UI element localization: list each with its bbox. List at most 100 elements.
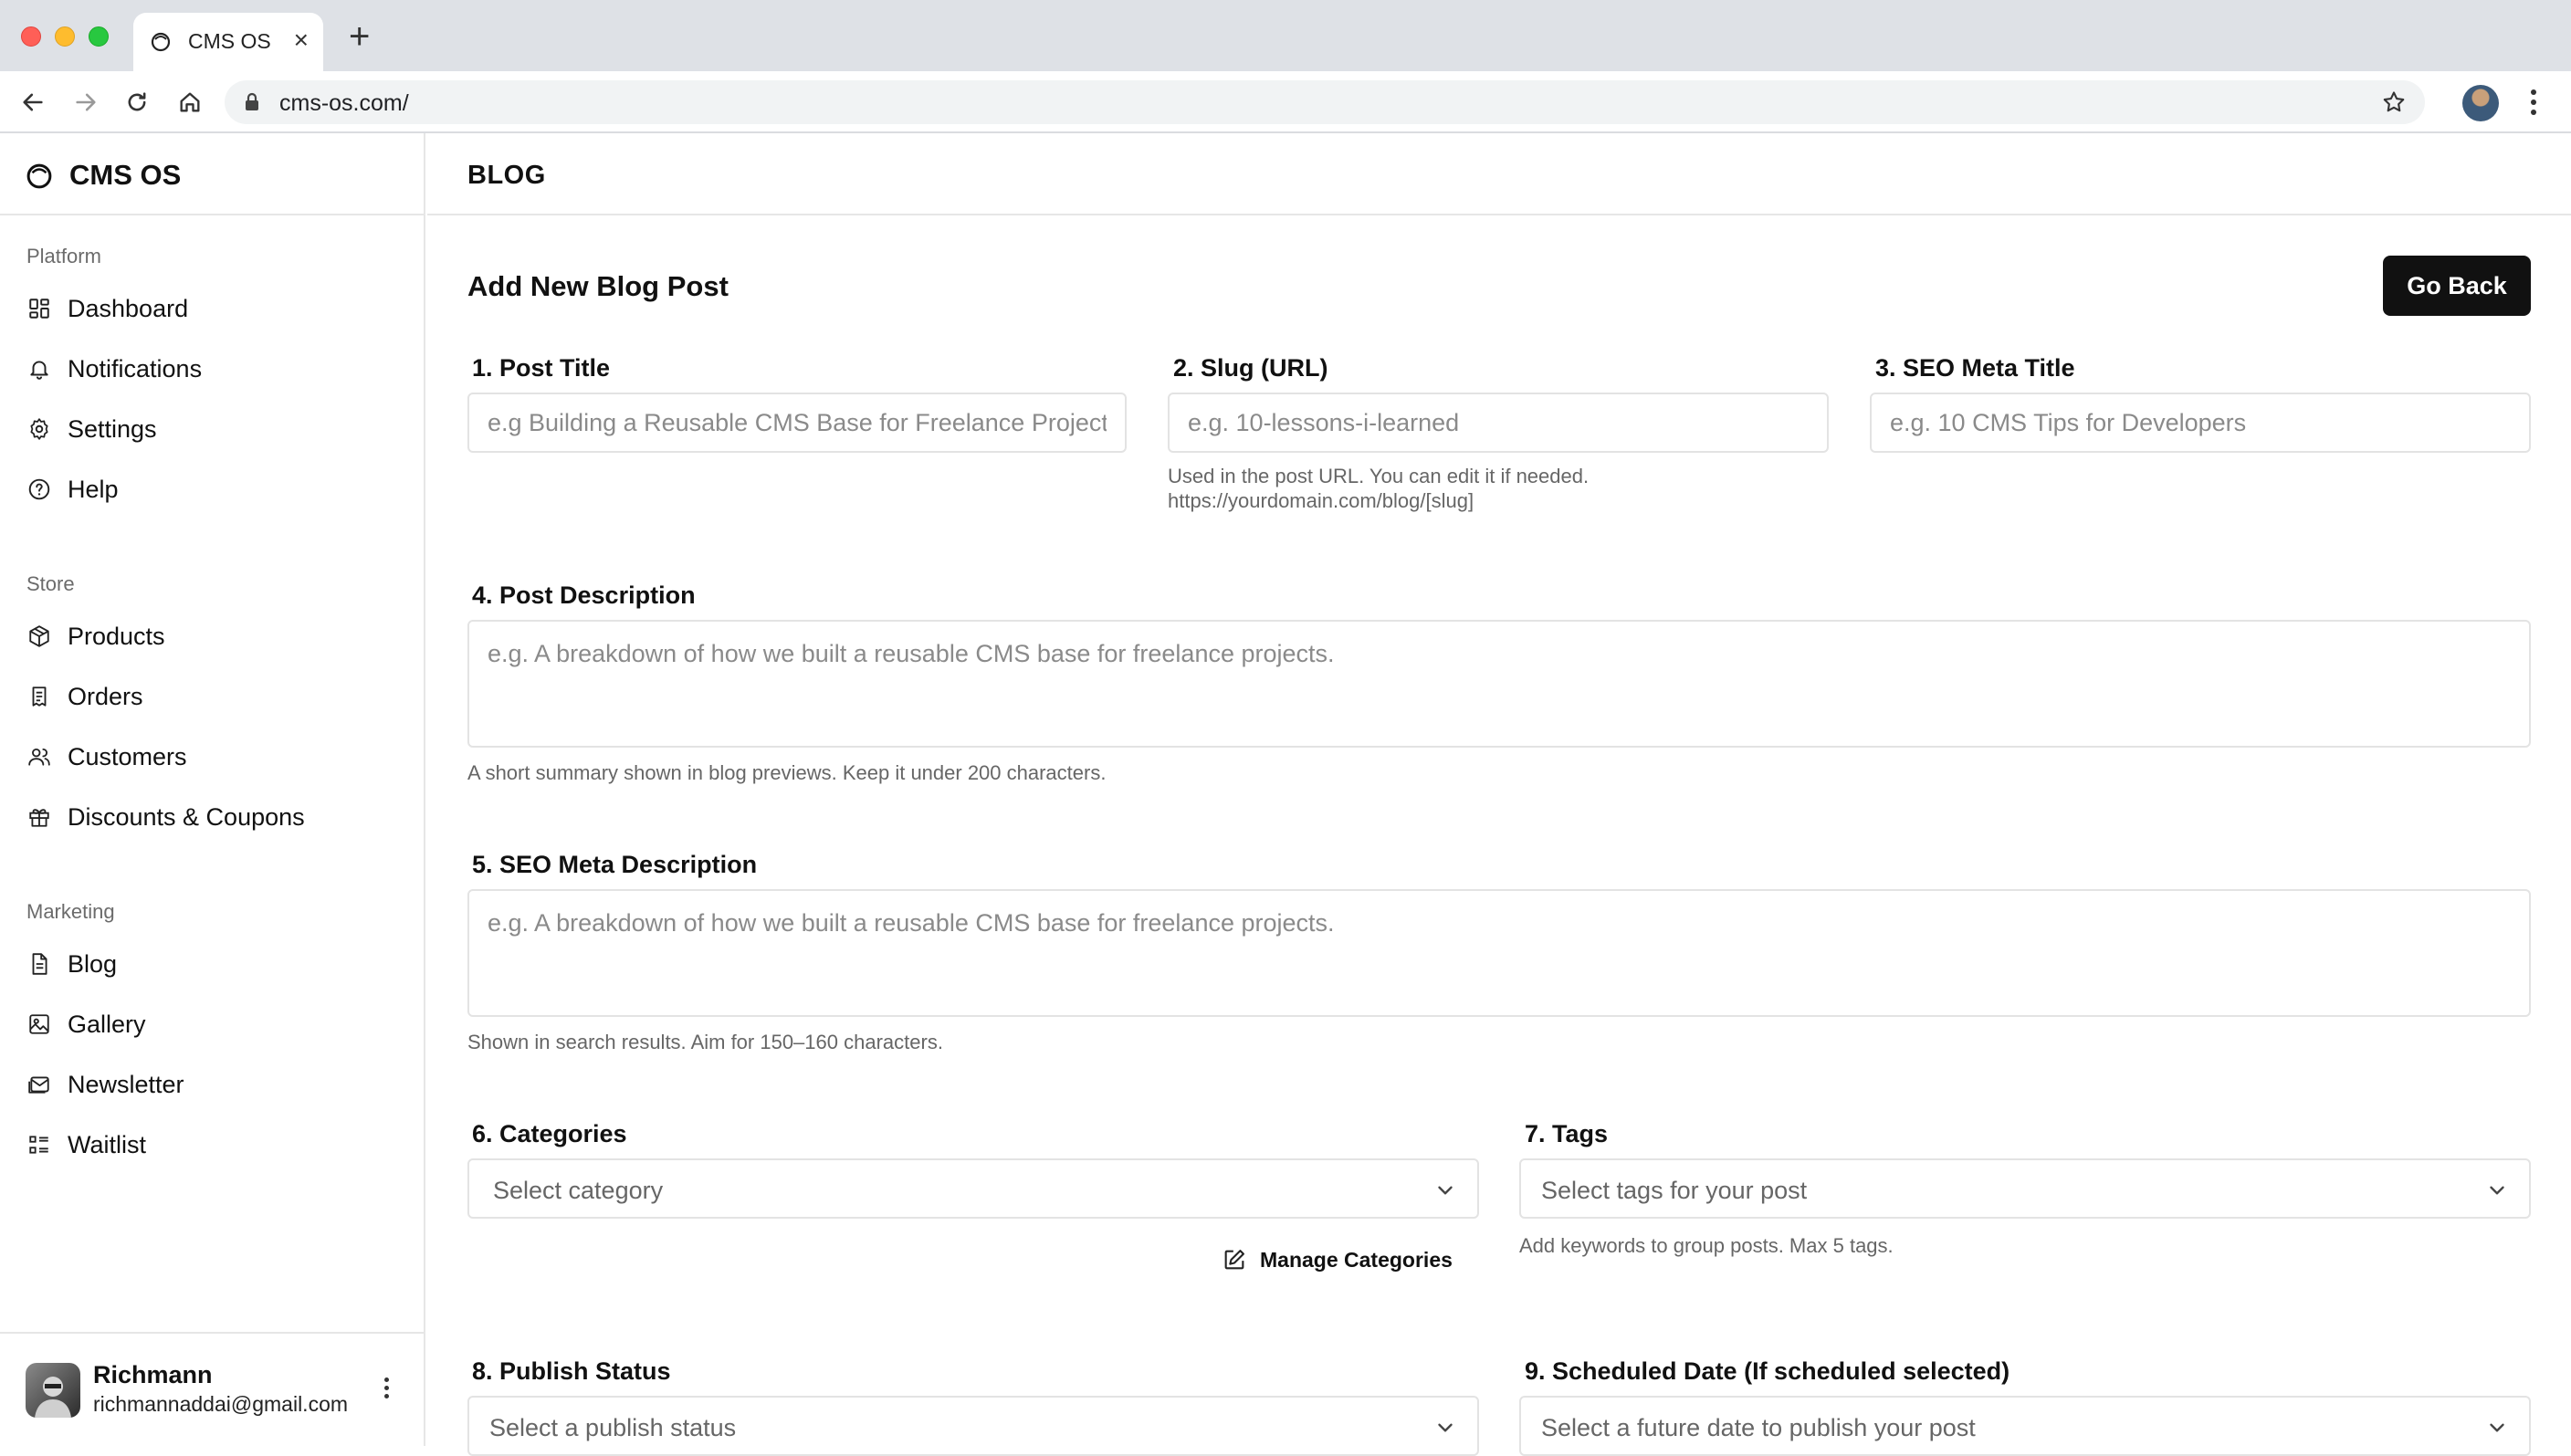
publish-status-select[interactable]: Select a publish status: [467, 1396, 1479, 1456]
sidebar-item-label: Notifications: [68, 354, 203, 382]
sidebar-item-label: Newsletter: [68, 1070, 184, 1098]
nav-group-platform: Platform: [26, 245, 101, 267]
main-header: BLOG: [427, 133, 2571, 215]
url-text: cms-os.com/: [279, 90, 409, 116]
dashboard-icon: [26, 295, 53, 322]
sidebar-item-orders[interactable]: Orders: [26, 676, 143, 717]
mail-icon: [26, 1071, 53, 1098]
chevron-down-icon: [1438, 1186, 1453, 1195]
cms-logo-icon: [151, 32, 171, 52]
nav-group-marketing: Marketing: [26, 900, 115, 923]
lock-icon: [246, 92, 258, 110]
sidebar-item-blog[interactable]: Blog: [26, 944, 117, 984]
sidebar-item-customers[interactable]: Customers: [26, 737, 187, 777]
post-description-label: 4. Post Description: [472, 581, 696, 609]
publish-status-label: 8. Publish Status: [472, 1357, 671, 1385]
brand: CMS OS: [0, 133, 425, 215]
browser-tab[interactable]: CMS OS ×: [133, 13, 323, 71]
home-icon[interactable]: [173, 86, 206, 119]
categories-label: 6. Categories: [472, 1120, 627, 1147]
back-icon[interactable]: [16, 86, 49, 119]
sidebar-item-gallery[interactable]: Gallery: [26, 1004, 146, 1044]
sidebar-item-label: Waitlist: [68, 1130, 146, 1158]
post-description-input[interactable]: [467, 620, 2531, 748]
go-back-button[interactable]: Go Back: [2383, 256, 2531, 316]
receipt-icon: [26, 683, 53, 710]
image-icon: [26, 1011, 53, 1038]
tags-select-value: Select tags for your post: [1541, 1177, 1808, 1204]
scheduled-date-select[interactable]: Select a future date to publish your pos…: [1519, 1396, 2531, 1456]
browser-toolbar: cms-os.com/: [0, 71, 2571, 133]
sidebar-item-notifications[interactable]: Notifications: [26, 349, 202, 389]
slug-input[interactable]: [1168, 393, 1829, 453]
manage-categories-label: Manage Categories: [1260, 1247, 1453, 1272]
sidebar-item-label: Dashboard: [68, 294, 189, 322]
user-profile[interactable]: Richmann richmannaddai@gmail.com: [0, 1332, 425, 1446]
sidebar-item-products[interactable]: Products: [26, 616, 165, 656]
sidebar-item-label: Orders: [68, 682, 143, 710]
browser-tab-bar: CMS OS × +: [0, 0, 2571, 71]
page-title: BLOG: [467, 161, 546, 190]
post-description-hint: A short summary shown in blog previews. …: [467, 761, 1107, 784]
sidebar-item-discounts-coupons[interactable]: Discounts & Coupons: [26, 797, 305, 837]
slug-label: 2. Slug (URL): [1173, 354, 1328, 382]
nav-group-store: Store: [26, 572, 75, 595]
tags-hint: Add keywords to group posts. Max 5 tags.: [1519, 1234, 1894, 1257]
window-minimize-button[interactable]: [55, 26, 75, 47]
sidebar-item-help[interactable]: Help: [26, 469, 119, 509]
users-icon: [26, 743, 53, 770]
sidebar-item-dashboard[interactable]: Dashboard: [26, 288, 188, 329]
post-title-input[interactable]: [467, 393, 1127, 453]
user-name: Richmann: [93, 1361, 213, 1388]
window-maximize-button[interactable]: [89, 26, 109, 47]
list-icon: [26, 1131, 53, 1158]
user-email: richmannaddai@gmail.com: [93, 1392, 349, 1416]
new-tab-button[interactable]: +: [349, 18, 370, 55]
sidebar-item-label: Gallery: [68, 1010, 146, 1038]
seo-title-input[interactable]: [1870, 393, 2531, 453]
sidebar-item-label: Blog: [68, 949, 118, 978]
sidebar-item-waitlist[interactable]: Waitlist: [26, 1125, 146, 1165]
package-icon: [26, 623, 53, 650]
help-icon: [26, 476, 53, 503]
gift-icon: [26, 803, 53, 831]
gear-icon: [26, 415, 53, 443]
post-title-label: 1. Post Title: [472, 354, 611, 382]
categories-select[interactable]: Select category: [467, 1158, 1479, 1219]
seo-description-input[interactable]: [467, 889, 2531, 1017]
sidebar-item-label: Products: [68, 622, 165, 650]
document-icon: [26, 950, 53, 978]
user-menu-icon[interactable]: [384, 1377, 392, 1402]
tags-label: 7. Tags: [1525, 1120, 1609, 1147]
publish-status-select-value: Select a publish status: [489, 1414, 737, 1441]
sidebar-item-newsletter[interactable]: Newsletter: [26, 1064, 184, 1105]
slug-hint: Used in the post URL. You can edit it if…: [1168, 465, 1590, 487]
address-bar[interactable]: cms-os.com/: [225, 80, 2425, 124]
tab-title: CMS OS: [188, 29, 271, 53]
bell-icon: [26, 355, 53, 382]
reload-icon[interactable]: [121, 86, 153, 119]
forward-icon[interactable]: [69, 86, 102, 119]
manage-categories-button[interactable]: Manage Categories: [1222, 1241, 1453, 1278]
edit-icon: [1224, 1250, 1244, 1270]
tags-select[interactable]: Select tags for your post: [1519, 1158, 2531, 1219]
slug-url-hint: https://yourdomain.com/blog/[slug]: [1168, 489, 1474, 512]
browser-profile-avatar[interactable]: [2462, 85, 2499, 121]
seo-title-label: 3. SEO Meta Title: [1875, 354, 2075, 382]
categories-select-value: Select category: [493, 1177, 664, 1204]
chevron-down-icon: [2490, 1186, 2504, 1195]
cms-logo-icon: [26, 163, 52, 189]
bookmark-star-icon[interactable]: [2381, 89, 2407, 115]
avatar: [26, 1363, 80, 1418]
blog-post-form: Add New Blog Post Go Back 1. Post Title …: [427, 217, 2571, 1456]
chevron-down-icon: [1438, 1423, 1453, 1432]
sidebar-item-settings[interactable]: Settings: [26, 409, 157, 449]
sidebar-item-label: Discounts & Coupons: [68, 802, 305, 831]
sidebar-item-label: Customers: [68, 742, 187, 770]
seo-description-label: 5. SEO Meta Description: [472, 851, 758, 878]
chevron-down-icon: [2490, 1423, 2504, 1432]
tab-close-icon[interactable]: ×: [294, 27, 309, 53]
window-close-button[interactable]: [21, 26, 41, 47]
seo-description-hint: Shown in search results. Aim for 150–160…: [467, 1031, 943, 1053]
browser-menu-icon[interactable]: [2531, 89, 2538, 120]
